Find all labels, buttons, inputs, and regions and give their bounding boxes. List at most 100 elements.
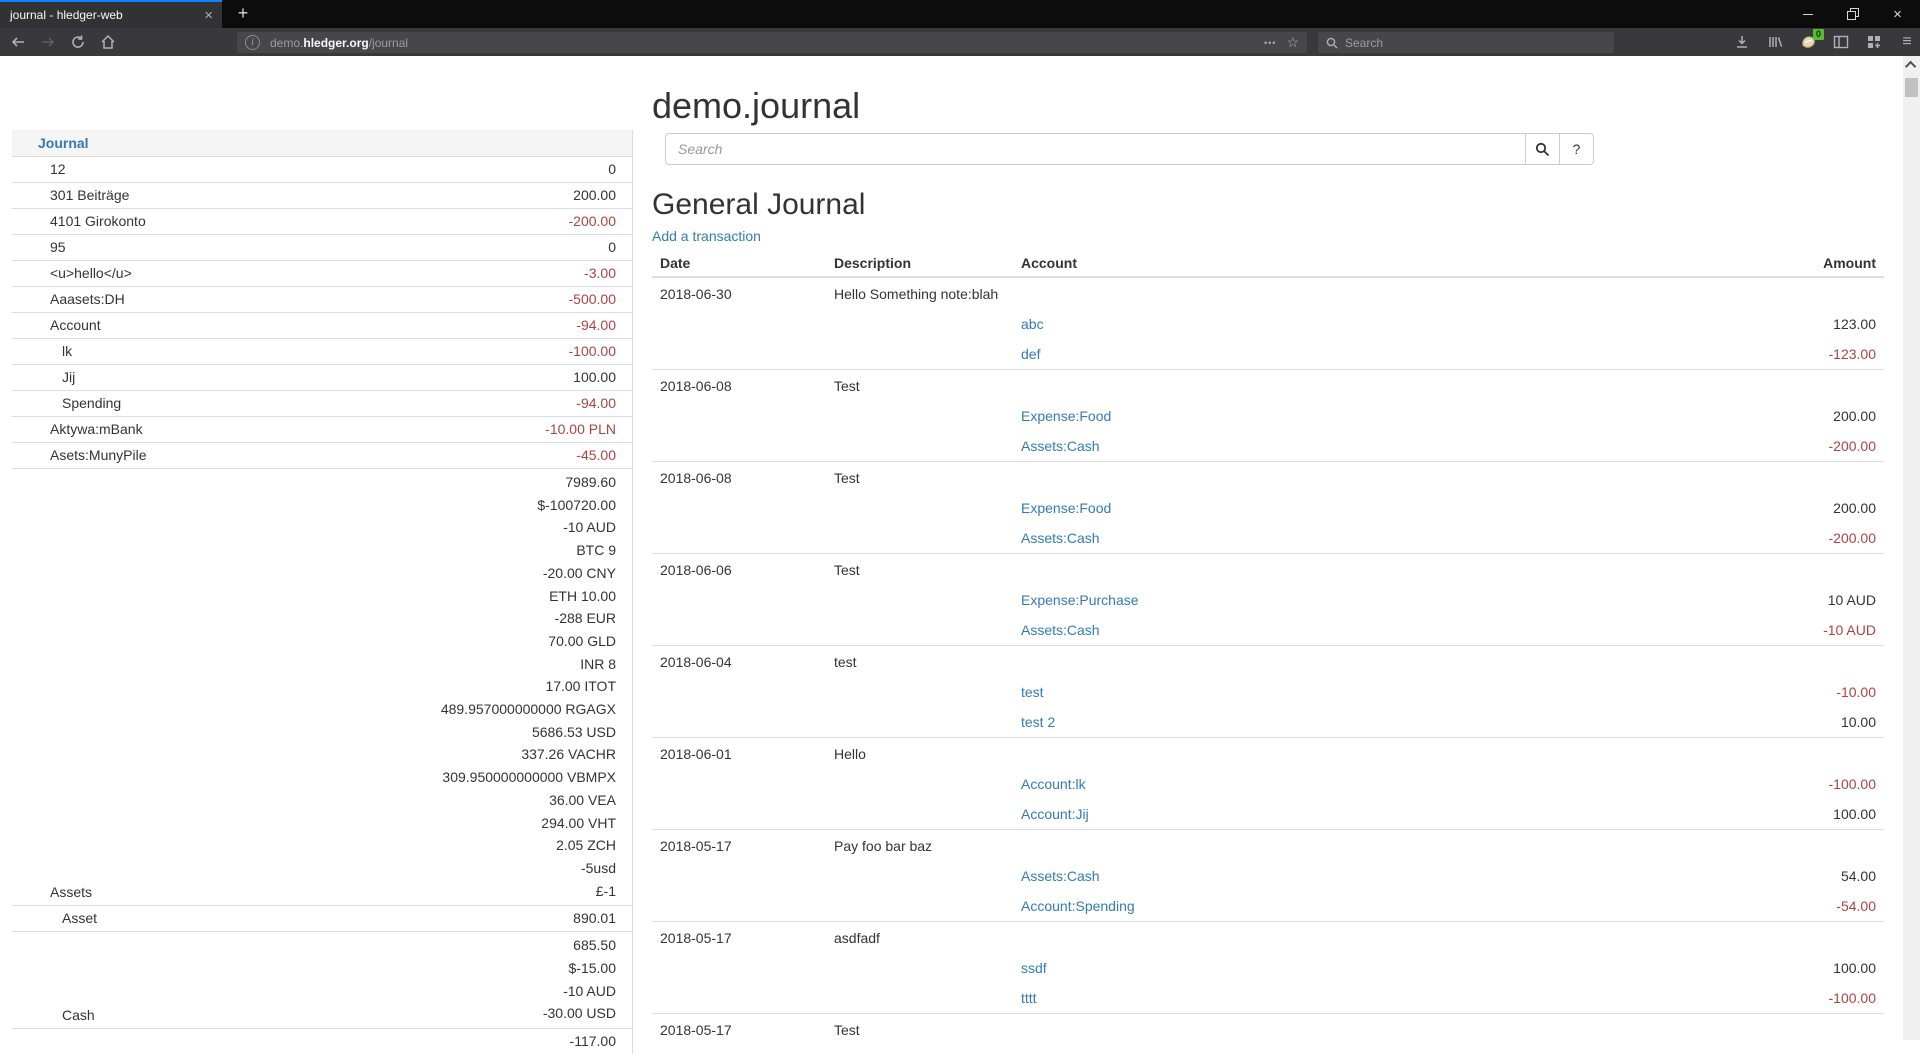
posting-account-link[interactable]: Expense:Food <box>1021 500 1111 516</box>
posting-account-link[interactable]: Account:Jij <box>1021 806 1089 822</box>
posting-row: Expense:Purchase 10 AUD <box>652 585 1884 615</box>
scrollbar-up-arrow[interactable] <box>1903 56 1920 73</box>
sidebar-account-balance: 17.00 ITOT <box>441 675 616 698</box>
transaction-date: 2018-06-08 <box>652 462 826 494</box>
transaction-description: Test <box>826 554 1013 586</box>
search-help-button[interactable]: ? <box>1560 133 1594 165</box>
journal-search-input[interactable] <box>665 133 1526 165</box>
sidebar-account-link[interactable]: lk <box>12 341 72 361</box>
posting-account-link[interactable]: Account:Spending <box>1021 898 1135 914</box>
posting-account-link[interactable]: Assets:Cash <box>1021 868 1100 884</box>
tab-close-icon[interactable]: × <box>195 8 222 23</box>
posting-account-link[interactable]: abc <box>1021 316 1044 332</box>
posting-amount: 10 AUD <box>1664 585 1884 615</box>
posting-account-link[interactable]: Expense:Food <box>1021 408 1111 424</box>
menu-button[interactable]: ≡ <box>1898 33 1916 51</box>
sidebar-account-balance: -200.00 <box>569 211 616 231</box>
home-button[interactable] <box>96 30 120 54</box>
window-minimize-button[interactable] <box>1785 0 1830 28</box>
sidebar-account-link[interactable]: Assets <box>12 882 92 902</box>
empty-cell <box>1664 277 1884 309</box>
sidebar-account-link[interactable]: Spending <box>12 393 121 413</box>
posting-amount: -100.00 <box>1664 983 1884 1014</box>
browser-search-field[interactable]: Search <box>1318 32 1614 53</box>
tab-journal[interactable]: journal - hledger-web × <box>0 0 222 28</box>
sidebar-account-link[interactable]: Asset <box>12 908 97 928</box>
posting-account-link[interactable]: tttt <box>1021 990 1037 1006</box>
sidebar-account-link[interactable]: 301 Beiträge <box>12 185 129 205</box>
sidebar-account-balance: 309.950000000000 VBMPX <box>441 766 616 789</box>
sidebar-account-row: 120 <box>12 156 632 182</box>
sidebar-account-link[interactable]: <u>hello</u> <box>12 263 132 283</box>
sidebar-account-balance: -94.00 <box>576 393 616 413</box>
sidebar-account-balance: 36.00 VEA <box>441 789 616 812</box>
extension-button[interactable]: 0 <box>1799 33 1817 51</box>
posting-account-link[interactable]: ssdf <box>1021 960 1047 976</box>
sidebar-account-link[interactable]: Aaasets:DH <box>12 289 125 309</box>
transaction-row: 2018-05-17asdfadf <box>652 922 1884 954</box>
sidebar-account-row: Aktywa:mBank-10.00 PLN <box>12 416 632 442</box>
grid-add-button[interactable] <box>1865 33 1883 51</box>
transaction-description: Test <box>826 1014 1013 1046</box>
empty-cell <box>652 585 826 615</box>
transaction-description: Test <box>826 462 1013 494</box>
empty-cell <box>826 707 1013 738</box>
sidebar-account-link[interactable]: 12 <box>12 159 66 179</box>
empty-cell <box>1013 277 1664 309</box>
sidebar-account-balance: 7989.60 <box>441 471 616 494</box>
posting-account-link[interactable]: test 2 <box>1021 714 1055 730</box>
empty-cell <box>826 891 1013 922</box>
empty-cell <box>1013 922 1664 954</box>
posting-account-link[interactable]: Assets:Cash <box>1021 530 1100 546</box>
posting-account-link[interactable]: Account:lk <box>1021 776 1086 792</box>
posting-account-link[interactable]: def <box>1021 346 1040 362</box>
transaction-description: Test <box>826 370 1013 402</box>
empty-cell <box>826 493 1013 523</box>
window-restore-button[interactable] <box>1830 0 1875 28</box>
sidebar-account-link[interactable]: Account <box>12 315 101 335</box>
sidebar-account-link[interactable]: Asets:MunyPile <box>12 445 146 465</box>
new-tab-button[interactable]: + <box>230 1 256 27</box>
posting-account-cell: Assets:Cash <box>1013 615 1664 646</box>
posting-account-link[interactable]: Assets:Cash <box>1021 622 1100 638</box>
back-button[interactable] <box>6 30 30 54</box>
library-button[interactable] <box>1766 33 1784 51</box>
posting-account-link[interactable]: test <box>1021 684 1044 700</box>
window-close-button[interactable]: × <box>1875 0 1920 28</box>
downloads-button[interactable] <box>1733 33 1751 51</box>
posting-account-link[interactable]: Assets:Cash <box>1021 438 1100 454</box>
sidebar-account-link[interactable]: 4101 Girokonto <box>12 211 146 231</box>
url-bar[interactable]: i demo.hledger.org/journal ••• ☆ <box>237 32 1307 53</box>
sidebar-account-link[interactable]: Jij <box>12 367 75 387</box>
library-icon <box>1767 34 1783 50</box>
sidebar-account-row: Aaasets:DH-500.00 <box>12 286 632 312</box>
journal-search-button[interactable] <box>1526 133 1560 165</box>
sidebar-account-link[interactable]: Aktywa:mBank <box>12 419 143 439</box>
sidebar-account-balance: -3.00 <box>584 263 616 283</box>
header-account: Account <box>1013 250 1664 277</box>
transaction-row: 2018-06-08Test <box>652 462 1884 494</box>
bookmark-star-icon[interactable]: ☆ <box>1286 34 1299 51</box>
sidebar-account-balance: -10 AUD <box>441 516 616 539</box>
posting-account-link[interactable]: Expense:Purchase <box>1021 592 1139 608</box>
sidebar-account-balance: -94.00 <box>576 315 616 335</box>
sidebar-account-balance: $-15.00 <box>543 957 616 980</box>
empty-cell <box>1664 646 1884 678</box>
forward-button[interactable] <box>36 30 60 54</box>
sidebar-account-balances: -45.00 <box>576 445 632 465</box>
posting-account-cell: Account:Jij <box>1013 799 1664 830</box>
posting-account-cell: Assets:Cash <box>1013 431 1664 462</box>
sidebar-account-link[interactable]: 95 <box>12 237 66 257</box>
empty-cell <box>652 431 826 462</box>
page-actions-icon[interactable]: ••• <box>1264 38 1276 48</box>
scrollbar-thumb[interactable] <box>1905 78 1918 97</box>
add-transaction-link[interactable]: Add a transaction <box>652 228 761 244</box>
sidebar-journal-link[interactable]: Journal <box>12 130 632 156</box>
empty-cell <box>826 401 1013 431</box>
reload-button[interactable] <box>66 30 90 54</box>
page-scrollbar[interactable] <box>1903 56 1920 1040</box>
posting-account-cell: abc <box>1013 309 1664 339</box>
sidebars-button[interactable] <box>1832 33 1850 51</box>
sidebar-account-link[interactable]: Cash <box>12 1005 95 1025</box>
site-info-icon[interactable]: i <box>245 35 260 50</box>
